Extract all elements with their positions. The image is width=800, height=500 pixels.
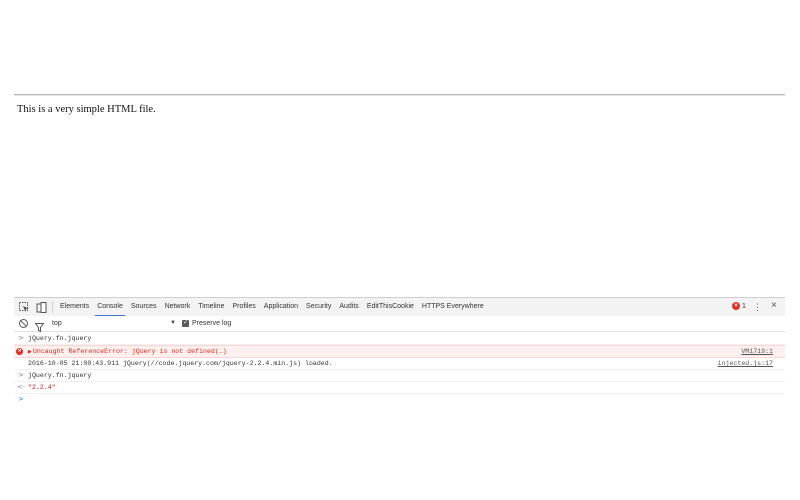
console-prompt-row[interactable]: > xyxy=(14,394,785,405)
console-toolbar: top ▼ ✓ Preserve log xyxy=(14,316,785,333)
console-input-row: > jQuery.fn.jquery xyxy=(14,333,785,345)
preserve-log-label: Preserve log xyxy=(192,320,232,327)
console-row-text: jQuery.fn.jquery xyxy=(28,335,92,342)
source-link[interactable]: injected.js:17 xyxy=(718,358,773,369)
tab-network[interactable]: Network xyxy=(161,298,195,316)
error-icon: × xyxy=(732,302,740,310)
tab-timeline[interactable]: Timeline xyxy=(194,298,228,316)
tab-console[interactable]: Console xyxy=(93,298,127,317)
input-prompt-icon: > xyxy=(18,371,24,379)
devtools-tabs: Elements Console Sources Network Timelin… xyxy=(56,298,488,317)
tabbar-separator xyxy=(52,301,53,313)
console-result-row: <· "2.2.4" xyxy=(14,382,785,394)
result-arrow-icon: <· xyxy=(17,383,26,391)
console-messages: > jQuery.fn.jquery × ▶Uncaught Reference… xyxy=(14,333,785,405)
preserve-log-toggle[interactable]: ✓ Preserve log xyxy=(182,318,231,329)
console-input-row: > jQuery.fn.jquery xyxy=(14,370,785,382)
page-text: This is a very simple HTML file. xyxy=(17,104,156,115)
source-link[interactable]: VM1719:1 xyxy=(741,346,773,357)
page-rule xyxy=(14,94,785,96)
more-options-icon[interactable]: ⋮ xyxy=(753,301,762,313)
tab-sources[interactable]: Sources xyxy=(127,298,161,316)
tab-security[interactable]: Security xyxy=(302,298,335,316)
console-row-text: 2016-10-05 21:00:43.911 jQuery(//code.jq… xyxy=(28,360,333,367)
dropdown-arrow-icon: ▼ xyxy=(170,320,176,326)
inspect-element-icon[interactable] xyxy=(17,300,31,314)
tab-application[interactable]: Application xyxy=(260,298,302,316)
preserve-log-checkbox[interactable]: ✓ xyxy=(182,320,189,327)
console-row-text: Uncaught ReferenceError: jQuery is not d… xyxy=(32,348,227,355)
prompt-caret-icon: > xyxy=(18,395,24,403)
tab-elements[interactable]: Elements xyxy=(56,298,93,316)
devtools-panel: Elements Console Sources Network Timelin… xyxy=(14,297,785,500)
console-row-text: jQuery.fn.jquery xyxy=(28,372,92,379)
console-row-text: "2.2.4" xyxy=(28,384,56,391)
input-prompt-icon: > xyxy=(18,334,24,342)
tab-profiles[interactable]: Profiles xyxy=(228,298,259,316)
expand-triangle-icon[interactable]: ▶ xyxy=(28,349,32,355)
tab-https-everywhere[interactable]: HTTPS Everywhere xyxy=(418,298,488,316)
error-icon: × xyxy=(16,348,23,355)
error-count-badge[interactable]: × 1 xyxy=(732,302,746,310)
close-icon[interactable]: × xyxy=(771,300,777,312)
console-log-row: 2016-10-05 21:00:43.911 jQuery(//code.jq… xyxy=(14,358,785,370)
tab-editthiscookie[interactable]: EditThisCookie xyxy=(363,298,418,316)
context-select[interactable]: top ▼ xyxy=(52,318,176,329)
context-select-value: top xyxy=(52,320,62,327)
error-count: 1 xyxy=(742,302,746,310)
devtools-tabbar: Elements Console Sources Network Timelin… xyxy=(14,297,785,317)
tab-audits[interactable]: Audits xyxy=(335,298,362,316)
clear-console-icon[interactable] xyxy=(19,319,28,328)
device-mode-icon[interactable] xyxy=(34,300,48,314)
console-error-row[interactable]: × ▶Uncaught ReferenceError: jQuery is no… xyxy=(14,345,785,358)
